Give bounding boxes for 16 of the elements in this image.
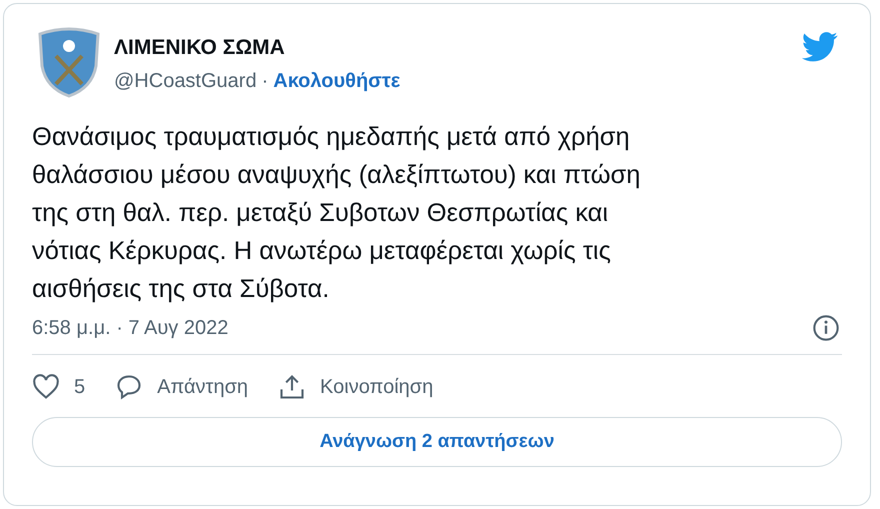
- separator-dot: ·: [262, 70, 268, 92]
- like-count[interactable]: 5: [74, 376, 86, 398]
- read-replies-button[interactable]: Ανάγνωση 2 απαντήσεων: [32, 417, 842, 467]
- info-icon[interactable]: [812, 314, 840, 342]
- speech-bubble-icon[interactable]: [115, 373, 144, 401]
- share-icon[interactable]: [278, 373, 306, 401]
- author-name[interactable]: ΛΙΜΕΝΙΚΟ ΣΩΜΑ: [114, 36, 802, 60]
- action-label[interactable]: Κοινοποίηση: [320, 376, 434, 398]
- author-handle[interactable]: @HCoastGuard: [114, 70, 257, 92]
- heart-icon[interactable]: [32, 373, 60, 401]
- shield-emblem-icon[interactable]: [36, 26, 102, 98]
- bird-icon[interactable]: [802, 32, 838, 62]
- action-label[interactable]: Απάντηση: [157, 376, 248, 398]
- timestamp[interactable]: 6:58 μ.μ. · 7 Αυγ 2022: [32, 316, 228, 340]
- follow-link[interactable]: Ακολουθήστε: [273, 70, 400, 92]
- tweet-text: Θανάσιμος τραυματισμός ημεδαπής μετά από χρήση θαλάσσιου μέσου αναψυχής (αλεξίπτωτου) και πτώση της στη θαλ. περ. μεταξύ Συβοτων Θεσπρωτίας και νότιας Κέρκυρας. Η ανωτέρω μεταφέρεται χωρίς τις αισθήσεις της στα Σύβοτα.: [32, 122, 642, 305]
